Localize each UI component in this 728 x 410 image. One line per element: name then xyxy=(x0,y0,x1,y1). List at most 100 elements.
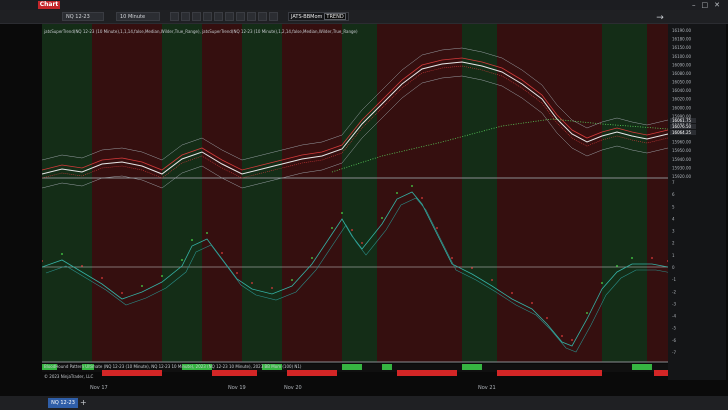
strip-down xyxy=(102,370,162,376)
oscillator-dot xyxy=(436,227,438,229)
oscillator-dot xyxy=(571,339,573,341)
price-tick-label: 16080.00 xyxy=(672,71,692,76)
strategy-name: JATS-BBMom xyxy=(291,14,323,20)
regime-band xyxy=(242,24,282,362)
oscillator-dot xyxy=(601,282,603,284)
osc-tick-label: -6 xyxy=(672,338,676,343)
regime-band xyxy=(42,24,92,362)
instrument-selector[interactable]: NQ 12-23 xyxy=(62,12,104,21)
price-label: 16076.50 xyxy=(672,124,692,129)
app-badge: Chart xyxy=(38,1,60,9)
osc-tick-label: -7 xyxy=(672,350,676,355)
regime-band xyxy=(92,24,162,362)
price-label: 16064.25 xyxy=(672,130,692,135)
price-tick-label: 16050.00 xyxy=(672,80,692,85)
strip-up xyxy=(462,364,482,370)
oscillator-dot xyxy=(361,242,363,244)
oscillator-dot xyxy=(206,232,208,234)
oscillator-dot xyxy=(311,257,313,259)
strip-down xyxy=(287,370,337,376)
strip-down xyxy=(654,370,668,376)
panel3-indicator-label: BloodHound Pattern Ultimate (NQ 12-23 (1… xyxy=(44,364,302,369)
window-controls: – □ ✕ xyxy=(692,0,720,10)
price-tick-label: 16040.00 xyxy=(672,88,692,93)
price-tick-label: 15930.00 xyxy=(672,165,692,170)
chart-trader-icon[interactable] xyxy=(258,12,267,21)
chart-area[interactable]: jatsSuperTrend(NQ 12-23 (10 Minute),1,1,… xyxy=(42,24,668,380)
strategy-icon[interactable] xyxy=(203,12,212,21)
oscillator-dot xyxy=(271,287,273,289)
maximize-icon[interactable]: □ xyxy=(702,0,709,10)
price-tick-label: 15920.00 xyxy=(672,174,692,179)
add-tab-icon[interactable]: + xyxy=(80,398,87,408)
oscillator-dot xyxy=(491,279,493,281)
strip-down xyxy=(497,370,602,376)
osc-tick-label: -5 xyxy=(672,326,676,331)
oscillator-dot xyxy=(351,229,353,231)
strip-up xyxy=(342,364,362,370)
oscillator-dot xyxy=(421,197,423,199)
indicator-icon[interactable] xyxy=(192,12,201,21)
snapshot-icon[interactable] xyxy=(269,12,278,21)
oscillator-dot xyxy=(411,185,413,187)
oscillator-dot xyxy=(191,239,193,241)
regime-band xyxy=(202,24,242,362)
price-tick-label: 16180.00 xyxy=(672,37,692,42)
arrow-right-icon[interactable]: → xyxy=(652,12,668,24)
oscillator-dot xyxy=(331,227,333,229)
strip-down xyxy=(397,370,457,376)
oscillator-dot xyxy=(651,257,653,259)
price-tick-label: 16100.00 xyxy=(672,54,692,59)
osc-tick-label: -3 xyxy=(672,301,676,306)
right-tools: → xyxy=(652,12,668,24)
regime-band xyxy=(282,24,342,362)
interval-selector[interactable]: 10 Minute xyxy=(116,12,160,21)
price-tick-label: 16190.00 xyxy=(672,28,692,33)
strip-up xyxy=(632,364,652,370)
osc-tick-label: -2 xyxy=(672,289,676,294)
close-icon[interactable]: ✕ xyxy=(714,0,720,10)
oscillator-dot xyxy=(381,217,383,219)
dataseries-icon[interactable] xyxy=(247,12,256,21)
minimize-icon[interactable]: – xyxy=(692,0,696,10)
regime-band xyxy=(162,24,202,362)
oscillator-dot xyxy=(396,192,398,194)
copyright-text: © 2023 NinjaTrader, LLC xyxy=(44,374,94,379)
oscillator-dot xyxy=(291,279,293,281)
title-bar: Chart – □ ✕ xyxy=(0,0,728,10)
oscillator-dot xyxy=(631,257,633,259)
axis-bg xyxy=(668,24,726,380)
template-icon[interactable] xyxy=(214,12,223,21)
price-tick-label: 15960.00 xyxy=(672,140,692,145)
oscillator-dot xyxy=(141,285,143,287)
properties-icon[interactable] xyxy=(236,12,245,21)
panel1-indicator-label: jatsSuperTrend(NQ 12-23 (10 Minute),1,1,… xyxy=(43,29,358,34)
oscillator-dot xyxy=(221,252,223,254)
regime-band xyxy=(602,24,647,362)
chart-toolbar: NQ 12-23 10 Minute JATS-BBMom TREND xyxy=(0,10,728,24)
oscillator-dot xyxy=(341,212,343,214)
regime-band xyxy=(422,24,462,362)
chart-canvas: jatsSuperTrend(NQ 12-23 (10 Minute),1,1,… xyxy=(42,24,668,379)
zoom-icon[interactable] xyxy=(181,12,190,21)
strategy-selector[interactable]: JATS-BBMom TREND xyxy=(288,12,349,21)
time-tick-label: Nov 17 xyxy=(90,385,108,391)
price-axis[interactable]: 16190.00 16180.00 16150.00 16100.00 16090.00… xyxy=(668,24,726,380)
oscillator-dot xyxy=(451,257,453,259)
time-tick-label: Nov 19 xyxy=(228,385,246,391)
osc-tick-label: -4 xyxy=(672,314,676,319)
regime-band xyxy=(647,24,668,362)
link-icon[interactable] xyxy=(225,12,234,21)
oscillator-dot xyxy=(616,265,618,267)
regime-band xyxy=(462,24,497,362)
tab-nq[interactable]: NQ 12-23 xyxy=(48,398,78,408)
drawing-tool-icon[interactable] xyxy=(170,12,179,21)
regime-band xyxy=(342,24,377,362)
oscillator-dot xyxy=(161,275,163,277)
time-tick-label: Nov 20 xyxy=(284,385,302,391)
background-bands xyxy=(42,24,668,362)
price-tick-label: 16020.00 xyxy=(672,97,692,102)
oscillator-dot xyxy=(101,277,103,279)
strip-down xyxy=(212,370,257,376)
price-tick-label: 16000.00 xyxy=(672,105,692,110)
